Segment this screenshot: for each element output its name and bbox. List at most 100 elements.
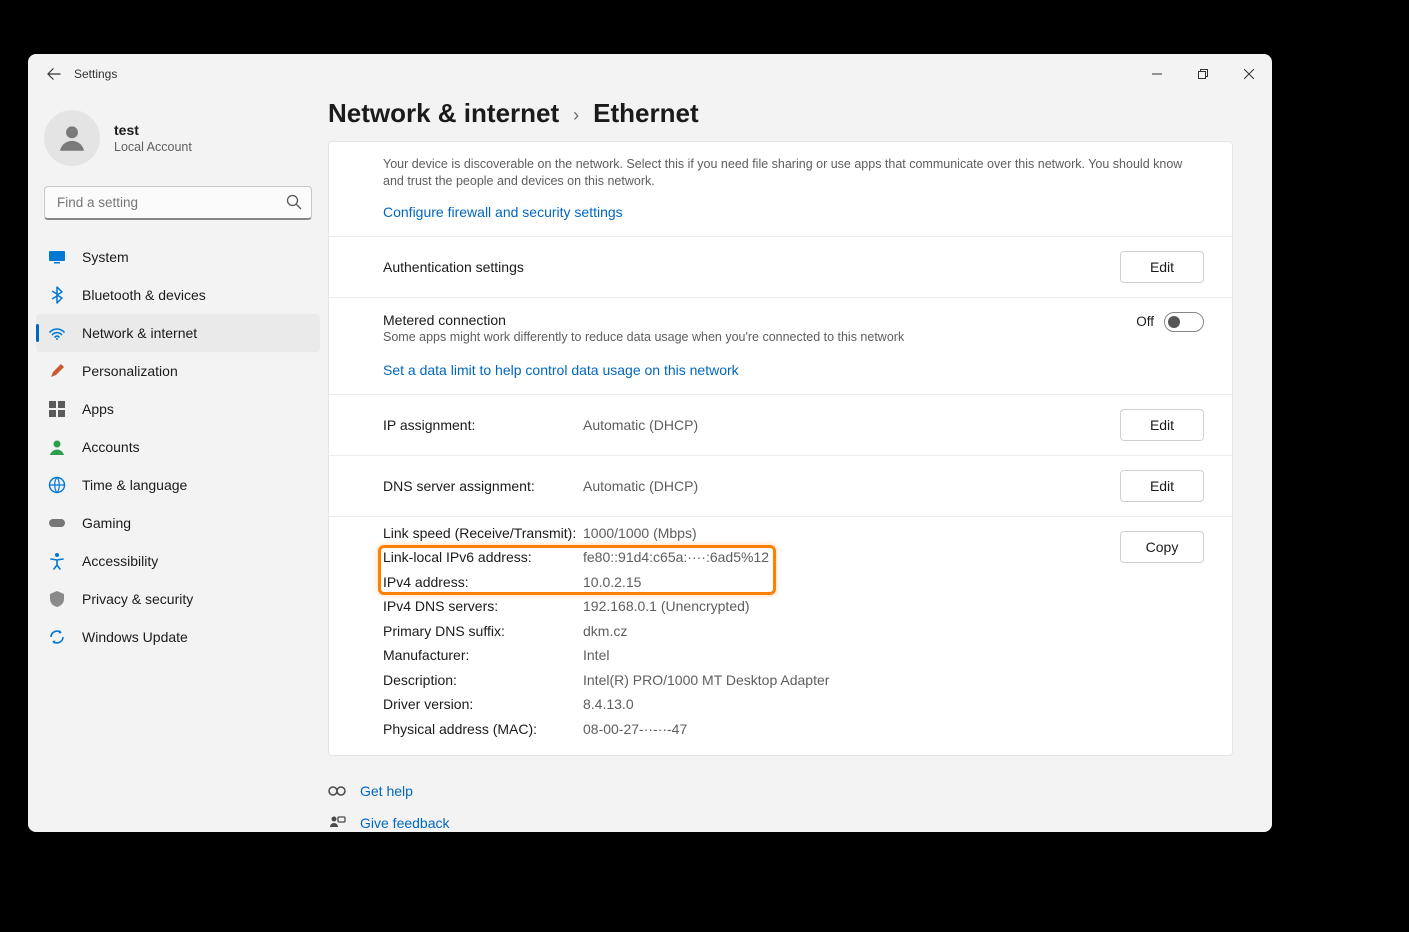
- person-icon: [55, 121, 89, 155]
- detail-row: Primary DNS suffix:dkm.cz: [383, 619, 1204, 644]
- copy-button[interactable]: Copy: [1120, 531, 1204, 563]
- detail-value: Intel: [583, 643, 609, 668]
- ip-edit-button[interactable]: Edit: [1120, 409, 1204, 441]
- detail-value: 192.168.0.1 (Unencrypted): [583, 594, 750, 619]
- nav-apps[interactable]: Apps: [36, 390, 320, 428]
- detail-label: IPv4 DNS servers:: [383, 594, 583, 619]
- dns-section: DNS server assignment: Automatic (DHCP) …: [329, 455, 1232, 516]
- detail-row: Link-local IPv6 address:fe80::91d4:c65a:…: [383, 545, 1204, 570]
- help-icon: [328, 782, 346, 800]
- nav-accessibility[interactable]: Accessibility: [36, 542, 320, 580]
- nav: System Bluetooth & devices Network & int…: [28, 238, 328, 656]
- nav-windows-update[interactable]: Windows Update: [36, 618, 320, 656]
- accounts-icon: [48, 438, 66, 456]
- search-box[interactable]: [44, 186, 312, 220]
- search-input[interactable]: [44, 186, 312, 220]
- metered-sub: Some apps might work differently to redu…: [383, 330, 1136, 344]
- nav-label: Time & language: [82, 477, 187, 493]
- nav-label: Bluetooth & devices: [82, 287, 206, 303]
- detail-value: 08-00-27-··-··-47: [583, 717, 687, 742]
- user-profile[interactable]: test Local Account: [28, 98, 328, 186]
- feedback-label: Give feedback: [360, 815, 450, 831]
- detail-row: Description:Intel(R) PRO/1000 MT Desktop…: [383, 668, 1204, 693]
- detail-label: Link-local IPv6 address:: [383, 545, 583, 570]
- auth-edit-button[interactable]: Edit: [1120, 251, 1204, 283]
- dns-value: Automatic (DHCP): [583, 478, 1120, 494]
- detail-value: fe80::91d4:c65a:····:6ad5%12: [583, 545, 769, 570]
- feedback-icon: [328, 814, 346, 832]
- wifi-icon: [48, 324, 66, 342]
- firewall-link[interactable]: Configure firewall and security settings: [383, 204, 623, 220]
- metered-section: Metered connection Some apps might work …: [329, 297, 1232, 394]
- breadcrumb: Network & internet › Ethernet: [328, 94, 1272, 141]
- ip-value: Automatic (DHCP): [583, 417, 1120, 433]
- dns-edit-button[interactable]: Edit: [1120, 470, 1204, 502]
- detail-row: Physical address (MAC):08-00-27-··-··-47: [383, 717, 1204, 742]
- nav-label: Apps: [82, 401, 114, 417]
- nav-privacy[interactable]: Privacy & security: [36, 580, 320, 618]
- brush-icon: [48, 362, 66, 380]
- gamepad-icon: [48, 514, 66, 532]
- metered-toggle[interactable]: [1164, 312, 1204, 332]
- detail-value: 1000/1000 (Mbps): [583, 521, 697, 546]
- breadcrumb-current: Ethernet: [593, 98, 698, 129]
- minimize-icon: [1152, 69, 1162, 79]
- back-button[interactable]: [40, 60, 68, 88]
- nav-system[interactable]: System: [36, 238, 320, 276]
- shield-icon: [48, 590, 66, 608]
- update-icon: [48, 628, 66, 646]
- bluetooth-icon: [48, 286, 66, 304]
- back-arrow-icon: [47, 67, 61, 81]
- nav-label: Accounts: [82, 439, 140, 455]
- nav-label: Personalization: [82, 363, 178, 379]
- auth-label: Authentication settings: [383, 259, 524, 275]
- data-limit-link[interactable]: Set a data limit to help control data us…: [383, 362, 739, 378]
- minimize-button[interactable]: [1134, 58, 1180, 90]
- nav-label: Network & internet: [82, 325, 197, 341]
- detail-row: IPv4 DNS servers:192.168.0.1 (Unencrypte…: [383, 594, 1204, 619]
- detail-label: Primary DNS suffix:: [383, 619, 583, 644]
- breadcrumb-parent[interactable]: Network & internet: [328, 98, 559, 129]
- nav-accounts[interactable]: Accounts: [36, 428, 320, 466]
- nav-network[interactable]: Network & internet: [36, 314, 320, 352]
- nav-label: Windows Update: [82, 629, 188, 645]
- detail-value: dkm.cz: [583, 619, 627, 644]
- titlebar: Settings: [28, 54, 1272, 94]
- nav-personalization[interactable]: Personalization: [36, 352, 320, 390]
- close-button[interactable]: [1226, 58, 1272, 90]
- metered-title: Metered connection: [383, 312, 1136, 328]
- search-icon: [286, 194, 302, 210]
- sidebar: test Local Account System Bluetooth & de…: [28, 94, 328, 832]
- app-title: Settings: [74, 67, 117, 81]
- content-area: Network & internet › Ethernet Your devic…: [328, 94, 1272, 832]
- feedback-link[interactable]: Give feedback: [328, 814, 1272, 832]
- metered-toggle-label: Off: [1136, 314, 1154, 329]
- detail-label: Physical address (MAC):: [383, 717, 583, 742]
- user-name: test: [114, 122, 192, 138]
- detail-value: Intel(R) PRO/1000 MT Desktop Adapter: [583, 668, 829, 693]
- maximize-icon: [1198, 69, 1208, 79]
- get-help-label: Get help: [360, 783, 413, 799]
- network-profile-section: Your device is discoverable on the netwo…: [329, 142, 1232, 236]
- footer-links: Get help Give feedback: [328, 782, 1272, 832]
- detail-row: Driver version:8.4.13.0: [383, 692, 1204, 717]
- network-profile-description: Your device is discoverable on the netwo…: [383, 156, 1204, 190]
- nav-time-language[interactable]: Time & language: [36, 466, 320, 504]
- globe-icon: [48, 476, 66, 494]
- nav-label: System: [82, 249, 129, 265]
- chevron-right-icon: ›: [573, 105, 579, 126]
- detail-row: IPv4 address:10.0.2.15: [383, 570, 1204, 595]
- detail-value: 8.4.13.0: [583, 692, 634, 717]
- detail-label: Link speed (Receive/Transmit):: [383, 521, 583, 546]
- detail-label: Manufacturer:: [383, 643, 583, 668]
- apps-icon: [48, 400, 66, 418]
- detail-label: Description:: [383, 668, 583, 693]
- dns-label: DNS server assignment:: [383, 478, 583, 494]
- maximize-button[interactable]: [1180, 58, 1226, 90]
- nav-bluetooth[interactable]: Bluetooth & devices: [36, 276, 320, 314]
- avatar: [44, 110, 100, 166]
- nav-gaming[interactable]: Gaming: [36, 504, 320, 542]
- detail-row: Manufacturer:Intel: [383, 643, 1204, 668]
- get-help-link[interactable]: Get help: [328, 782, 1272, 800]
- settings-window: Settings test Local Account S: [28, 54, 1272, 832]
